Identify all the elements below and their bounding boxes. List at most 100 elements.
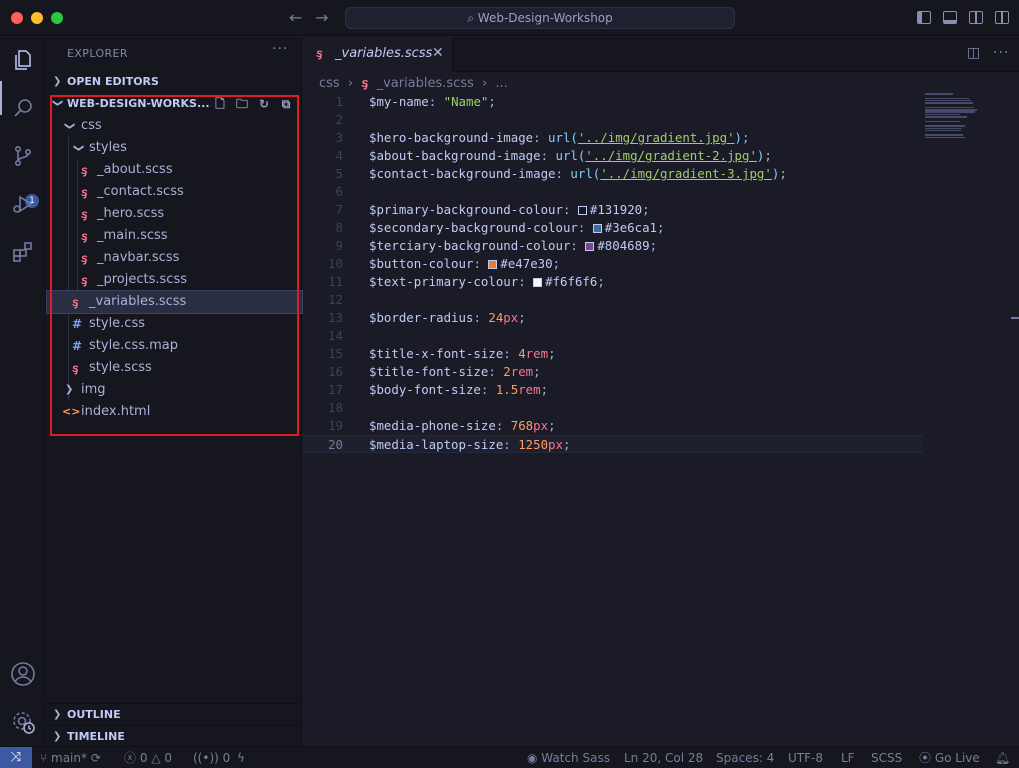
color-swatch[interactable] <box>592 224 602 233</box>
color-swatch[interactable] <box>488 260 498 269</box>
close-window-button[interactable] <box>11 12 23 24</box>
new-folder-icon[interactable]: 🗀 <box>231 93 253 115</box>
go-live-button[interactable]: ⦿ Go Live <box>919 747 980 768</box>
code-punct: ; <box>552 256 561 271</box>
code-punct: : <box>503 346 519 361</box>
refresh-icon[interactable]: ↻ <box>253 93 275 115</box>
explorer-icon[interactable] <box>8 45 38 75</box>
minimap[interactable] <box>925 93 995 153</box>
new-file-icon[interactable]: 🗋 <box>209 93 231 115</box>
tree-item-style-css-map[interactable]: # style.css.map <box>47 335 302 357</box>
tree-item-styles-folder[interactable]: ❯ styles <box>47 137 302 159</box>
workspace-folder-section[interactable]: ❯ WEB-DESIGN-WORKS... 🗋 🗀 ↻ ⧉ <box>47 93 302 115</box>
explorer-title: EXPLORER <box>67 47 128 60</box>
code-line[interactable]: 12 <box>303 291 923 309</box>
notifications-bell-icon[interactable]: 🔔︎ <box>995 747 1010 768</box>
breadcrumb-more[interactable]: ... <box>495 76 507 91</box>
code-line[interactable]: 10 $button-colour: #e47e30; <box>303 255 923 273</box>
watch-sass-button[interactable]: ◉ Watch Sass <box>527 747 610 768</box>
code-line[interactable]: 18 <box>303 399 923 417</box>
search-icon[interactable] <box>8 93 38 123</box>
code-line[interactable]: 4 $about-background-image: url('../img/gr… <box>303 147 923 165</box>
tree-item-variables-scss[interactable]: ᶊ _variables.scss <box>46 290 303 314</box>
breadcrumb-folder[interactable]: css <box>319 76 340 91</box>
command-center-search[interactable]: ⌕ Web-Design-Workshop <box>345 7 735 29</box>
color-swatch[interactable] <box>533 278 543 287</box>
tree-item-hero-scss[interactable]: ᶊ _hero.scss <box>47 203 302 225</box>
code-line[interactable]: 17 $body-font-size: 1.5rem; <box>303 381 923 399</box>
problems-indicator[interactable]: ⓧ 0 △ 0 <box>124 747 172 768</box>
split-editor-icon[interactable]: ◫ <box>967 45 980 61</box>
more-actions-icon[interactable]: ··· <box>993 45 1009 61</box>
manage-gear-icon[interactable] <box>8 707 38 737</box>
tree-item-contact-scss[interactable]: ᶊ _contact.scss <box>47 181 302 203</box>
color-swatch[interactable] <box>585 242 595 251</box>
timeline-section[interactable]: ❯ TIMELINE <box>47 725 302 747</box>
code-line[interactable]: 20 $media-laptop-size: 1250px; <box>303 435 923 453</box>
tree-item-main-scss[interactable]: ᶊ _main.scss <box>47 225 302 247</box>
tree-item-navbar-scss[interactable]: ᶊ _navbar.scss <box>47 247 302 269</box>
back-arrow-icon[interactable]: ← <box>289 8 302 27</box>
end-of-line[interactable]: LF <box>841 747 855 768</box>
language-mode[interactable]: SCSS <box>871 747 902 768</box>
tree-item-projects-scss[interactable]: ᶊ _projects.scss <box>47 269 302 291</box>
code-line[interactable]: 5 $contact-background-image: url('../img/… <box>303 165 923 183</box>
code-line[interactable]: 1 $my-name: "Name"; <box>303 93 923 111</box>
code-line[interactable]: 9 $terciary-background-colour: #804689; <box>303 237 923 255</box>
cursor-position[interactable]: Ln 20, Col 28 <box>624 747 703 768</box>
color-value: #e47e30 <box>500 256 553 271</box>
customize-layout-icon[interactable] <box>995 11 1009 24</box>
indentation[interactable]: Spaces: 4 <box>716 747 774 768</box>
ports-indicator[interactable]: ((•)) 0 <box>193 747 230 768</box>
run-debug-icon[interactable] <box>8 189 38 219</box>
minimize-window-button[interactable] <box>31 12 43 24</box>
scss-variable: $about-background-image <box>369 148 541 163</box>
tree-item-style-scss[interactable]: ᶊ style.scss <box>47 357 302 379</box>
toggle-primary-sidebar-icon[interactable] <box>917 11 931 24</box>
minimap-line <box>925 129 961 132</box>
extensions-icon[interactable] <box>8 237 38 267</box>
color-swatch[interactable] <box>577 206 587 215</box>
encoding[interactable]: UTF-8 <box>788 747 823 768</box>
breadcrumb-file[interactable]: _variables.scss <box>377 76 474 91</box>
tree-item-about-scss[interactable]: ᶊ _about.scss <box>47 159 302 181</box>
line-number: 19 <box>328 418 343 433</box>
code-line[interactable]: 3 $hero-background-image: url('../img/gra… <box>303 129 923 147</box>
chevron-down-icon: ❯ <box>73 143 85 153</box>
branch-indicator[interactable]: ⑂ main* ⟳ <box>40 747 101 768</box>
code-line[interactable]: 11 $text-primary-colour: #f6f6f6; <box>303 273 923 291</box>
tree-item-css-folder[interactable]: ❯ css <box>47 115 302 137</box>
more-actions-icon[interactable]: ··· <box>272 41 288 57</box>
forward-arrow-icon[interactable]: → <box>315 8 328 27</box>
code-line[interactable]: 14 <box>303 327 923 345</box>
maximize-window-button[interactable] <box>51 12 63 24</box>
code-text: $terciary-background-colour: #804689; <box>369 237 657 255</box>
code-line[interactable]: 13 $border-radius: 24px; <box>303 309 923 327</box>
unit: rem <box>510 364 534 379</box>
code-line[interactable]: 7 $primary-background-colour: #131920; <box>303 201 923 219</box>
code-line[interactable]: 2 <box>303 111 923 129</box>
remote-indicator-icon[interactable]: ⤨ <box>0 747 32 768</box>
code-punct: : <box>480 382 496 397</box>
tree-item-index-html[interactable]: <> index.html <box>47 401 302 423</box>
open-editors-section[interactable]: ❯ OPEN EDITORS <box>47 71 302 93</box>
tree-item-style-css[interactable]: # style.css <box>47 313 302 335</box>
code-line[interactable]: 15 $title-x-font-size: 4rem; <box>303 345 923 363</box>
toggle-panel-icon[interactable] <box>943 11 957 24</box>
code-line[interactable]: 16 $title-font-size: 2rem; <box>303 363 923 381</box>
source-control-icon[interactable] <box>8 141 38 171</box>
close-tab-icon[interactable]: ✕ <box>432 45 444 61</box>
tree-item-img-folder[interactable]: ❯ img <box>47 379 302 401</box>
toggle-secondary-sidebar-icon[interactable] <box>969 11 983 24</box>
code-line[interactable]: 19 $media-phone-size: 768px; <box>303 417 923 435</box>
outline-section[interactable]: ❯ OUTLINE <box>47 703 302 725</box>
lightning-icon[interactable]: ϟ <box>237 747 245 768</box>
account-icon[interactable] <box>8 659 38 689</box>
code-line[interactable]: 8 $secondary-background-colour: #3e6ca1; <box>303 219 923 237</box>
code-punct: ; <box>548 418 556 433</box>
code-text: $about-background-image: url('../img/gra… <box>369 147 772 165</box>
tab-variables-scss[interactable]: ᶊ _variables.scss ✕ <box>303 37 453 72</box>
code-line[interactable]: 6 <box>303 183 923 201</box>
collapse-all-icon[interactable]: ⧉ <box>275 93 297 115</box>
code-text: $hero-background-image: url('../img/grad… <box>369 129 749 147</box>
